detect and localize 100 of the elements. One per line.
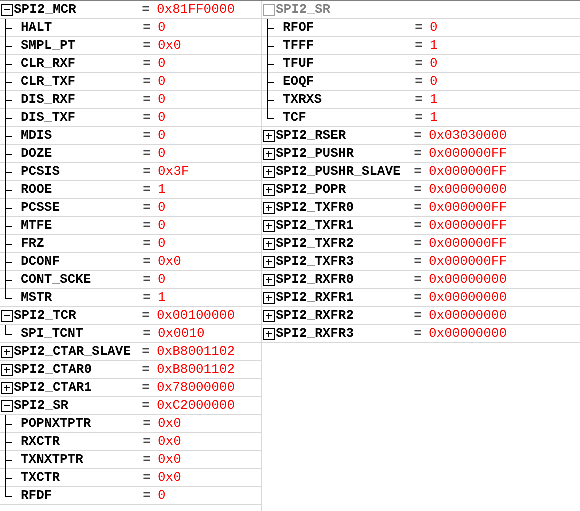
equals-sign: = (142, 399, 151, 412)
field-name: DCONF (21, 255, 60, 268)
field-name: DIS_TXF (21, 111, 76, 124)
field-value: 1 (430, 111, 438, 124)
register-value: 0xB8001102 (157, 363, 236, 376)
expand-icon[interactable] (1, 346, 13, 358)
field-value: 0 (158, 147, 166, 160)
field-name: TCF (283, 111, 306, 124)
field-name: CLR_RXF (21, 57, 76, 70)
equals-sign: = (142, 345, 151, 358)
equals-sign: = (143, 39, 152, 52)
field-name: PCSIS (21, 165, 60, 178)
field-value: 0 (430, 75, 438, 88)
equals-sign: = (414, 165, 423, 178)
field-name: TFUF (283, 57, 314, 70)
equals-sign: = (415, 93, 424, 106)
field-value: 1 (158, 291, 166, 304)
field-value: 0 (158, 129, 166, 142)
equals-sign: = (143, 471, 152, 484)
field-value: 0 (158, 111, 166, 124)
expand-icon[interactable] (263, 220, 275, 232)
equals-sign: = (143, 201, 152, 214)
register-value: 0x00000000 (429, 273, 508, 286)
expand-icon[interactable] (263, 130, 275, 142)
field-value: 0 (430, 21, 438, 34)
field-value: 0 (158, 489, 166, 502)
expand-icon[interactable] (263, 310, 275, 322)
collapse-icon[interactable] (1, 400, 13, 412)
register-value: 0xB8001102 (157, 345, 236, 358)
field-value: 1 (158, 183, 166, 196)
register-name: SPI2_RXFR0 (276, 273, 354, 286)
equals-sign: = (143, 93, 152, 106)
expand-icon[interactable] (263, 274, 275, 286)
expand-icon[interactable] (1, 364, 13, 376)
equals-sign: = (143, 435, 152, 448)
register-name: SPI2_TXFR2 (276, 237, 354, 250)
equals-sign: = (143, 129, 152, 142)
equals-sign: = (143, 111, 152, 124)
expand-icon[interactable] (263, 238, 275, 250)
expand-icon[interactable] (263, 148, 275, 160)
register-name: SPI2_RXFR1 (276, 291, 354, 304)
collapse-icon[interactable] (1, 4, 13, 16)
register-value: 0x00100000 (157, 309, 236, 322)
field-name: CONT_SCKE (21, 273, 92, 286)
equals-sign: = (415, 57, 424, 70)
register-value: 0x00000000 (429, 327, 508, 340)
field-value: 0 (158, 219, 166, 232)
field-value: 0 (158, 21, 166, 34)
register-name: SPI2_RSER (276, 129, 346, 142)
equals-sign: = (414, 129, 423, 142)
expand-icon[interactable] (263, 256, 275, 268)
expand-icon[interactable] (263, 292, 275, 304)
register-value: 0x78000000 (157, 381, 236, 394)
field-name: RXCTR (21, 435, 60, 448)
blank-box-icon[interactable] (263, 4, 275, 16)
field-value: 0 (158, 57, 166, 70)
field-name: POPNXTPTR (21, 417, 92, 430)
field-name: DIS_RXF (21, 93, 76, 106)
register-name: SPI2_POPR (276, 183, 346, 196)
equals-sign: = (415, 21, 424, 34)
field-name: SPI_TCNT (21, 327, 84, 340)
field-name: ROOE (21, 183, 52, 196)
field-value: 1 (430, 39, 438, 52)
register-name: SPI2_RXFR2 (276, 309, 354, 322)
equals-sign: = (143, 489, 152, 502)
field-name: MDIS (21, 129, 52, 142)
register-value: 0x00000000 (429, 309, 508, 322)
equals-sign: = (414, 219, 423, 232)
equals-sign: = (415, 75, 424, 88)
register-value: 0x81FF0000 (157, 3, 236, 16)
expand-icon[interactable] (263, 166, 275, 178)
field-value: 0x0 (158, 255, 182, 268)
field-value: 0 (430, 57, 438, 70)
equals-sign: = (142, 309, 151, 322)
field-value: 0 (158, 93, 166, 106)
field-value: 1 (430, 93, 438, 106)
equals-sign: = (414, 255, 423, 268)
expand-icon[interactable] (263, 184, 275, 196)
equals-sign: = (143, 219, 152, 232)
equals-sign: = (143, 183, 152, 196)
expand-icon[interactable] (263, 328, 275, 340)
expand-icon[interactable] (263, 202, 275, 214)
field-name: RFOF (283, 21, 314, 34)
register-name: SPI2_RXFR3 (276, 327, 354, 340)
equals-sign: = (414, 201, 423, 214)
equals-sign: = (414, 273, 423, 286)
register-value: 0x000000FF (429, 219, 508, 232)
equals-sign: = (143, 75, 152, 88)
collapse-icon[interactable] (1, 310, 13, 322)
field-value: 0 (158, 237, 166, 250)
equals-sign: = (414, 237, 423, 250)
register-value: 0x03030000 (429, 129, 508, 142)
register-value: 0x000000FF (429, 255, 508, 268)
register-name: SPI2_CTAR_SLAVE (14, 345, 132, 358)
field-value: 0 (158, 201, 166, 214)
register-value: 0x000000FF (429, 201, 508, 214)
equals-sign: = (143, 291, 152, 304)
field-value: 0x0 (158, 453, 182, 466)
expand-icon[interactable] (1, 382, 13, 394)
equals-sign: = (143, 21, 152, 34)
